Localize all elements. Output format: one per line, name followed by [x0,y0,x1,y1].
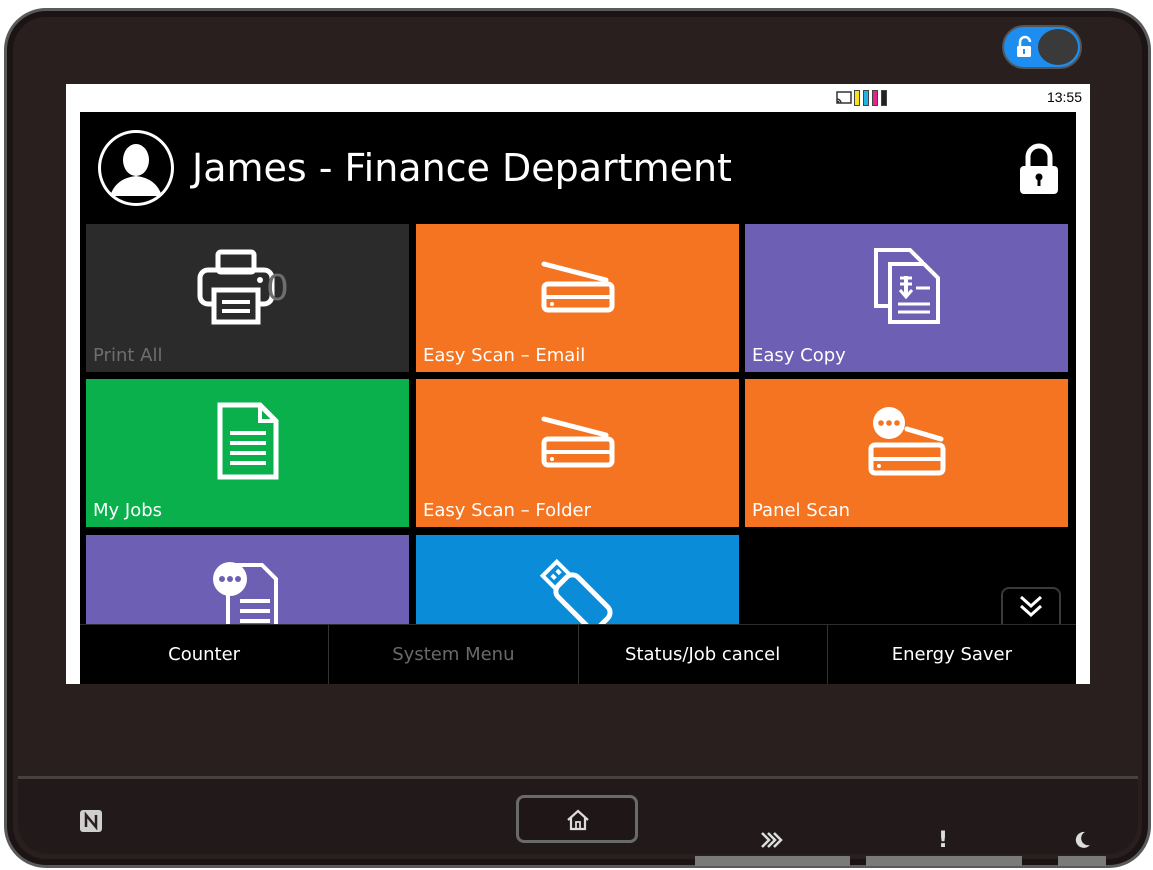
screen-edge-right [1076,112,1090,684]
lock-toggle[interactable] [1002,25,1082,69]
home-button[interactable] [516,795,638,843]
toner-magenta [872,90,878,106]
status-bar: 13:55 [66,84,1090,112]
toner-levels [854,89,887,107]
led-indicator-bar [1058,856,1106,866]
user-header: James - Finance Department [80,112,1076,224]
tile-label: My Jobs [93,500,163,521]
tile-label: Panel Scan [752,500,851,521]
scanner-icon [541,261,614,313]
printer-icon [197,249,274,325]
nfc-icon [80,810,102,832]
tile-label: Easy Scan – Email [423,345,586,366]
double-chevron-down-icon [1019,595,1043,618]
tile-print-all[interactable]: 0 Print All [86,224,409,372]
status-job-cancel-button[interactable]: Status/Job cancel [579,625,828,684]
clock: 13:55 [1046,89,1082,105]
user-title: James - Finance Department [192,146,732,190]
moon-icon [1075,831,1090,848]
avatar[interactable] [98,130,174,206]
tile-label: Print All [93,345,163,366]
unlock-icon [1017,35,1032,57]
led-indicator-bar [695,856,850,866]
bottom-bar: Counter System Menu Status/Job cancel En… [80,624,1076,684]
toner-yellow [854,90,860,106]
scanner-icon [541,416,614,468]
home-icon [567,809,589,831]
counter-button[interactable]: Counter [80,625,330,684]
touch-screen: 13:55 James - Finance Department 0 Print… [66,84,1090,684]
tile-panel-scan[interactable]: Panel Scan [745,379,1068,527]
panel-scan-icon [868,407,945,476]
tile-easy-scan-folder[interactable]: Easy Scan – Folder [416,379,739,527]
led-indicator-bar [866,856,1022,866]
toggle-knob [1038,29,1078,65]
tile-label: Easy Copy [752,345,846,366]
copy-document-icon [873,248,940,324]
screen-edge-left [66,112,80,684]
attention-led-icon: ! [938,828,949,853]
processing-led-icon [761,832,783,848]
expand-tiles-button[interactable] [1001,587,1061,625]
tile-easy-copy[interactable]: Easy Copy [745,224,1068,372]
tile-easy-scan-email[interactable]: Easy Scan – Email [416,224,739,372]
toner-cyan [863,90,869,106]
system-menu-button[interactable]: System Menu [329,625,579,684]
toner-black [881,90,887,106]
tile-label: Easy Scan – Folder [423,500,591,521]
print-all-count: 0 [266,268,289,309]
tile-my-jobs[interactable]: My Jobs [86,379,409,527]
user-silhouette-icon [101,133,171,203]
cast-icon [836,91,852,104]
logout-lock-icon[interactable] [1018,142,1060,196]
document-icon [217,402,278,480]
energy-saver-button[interactable]: Energy Saver [828,625,1076,684]
